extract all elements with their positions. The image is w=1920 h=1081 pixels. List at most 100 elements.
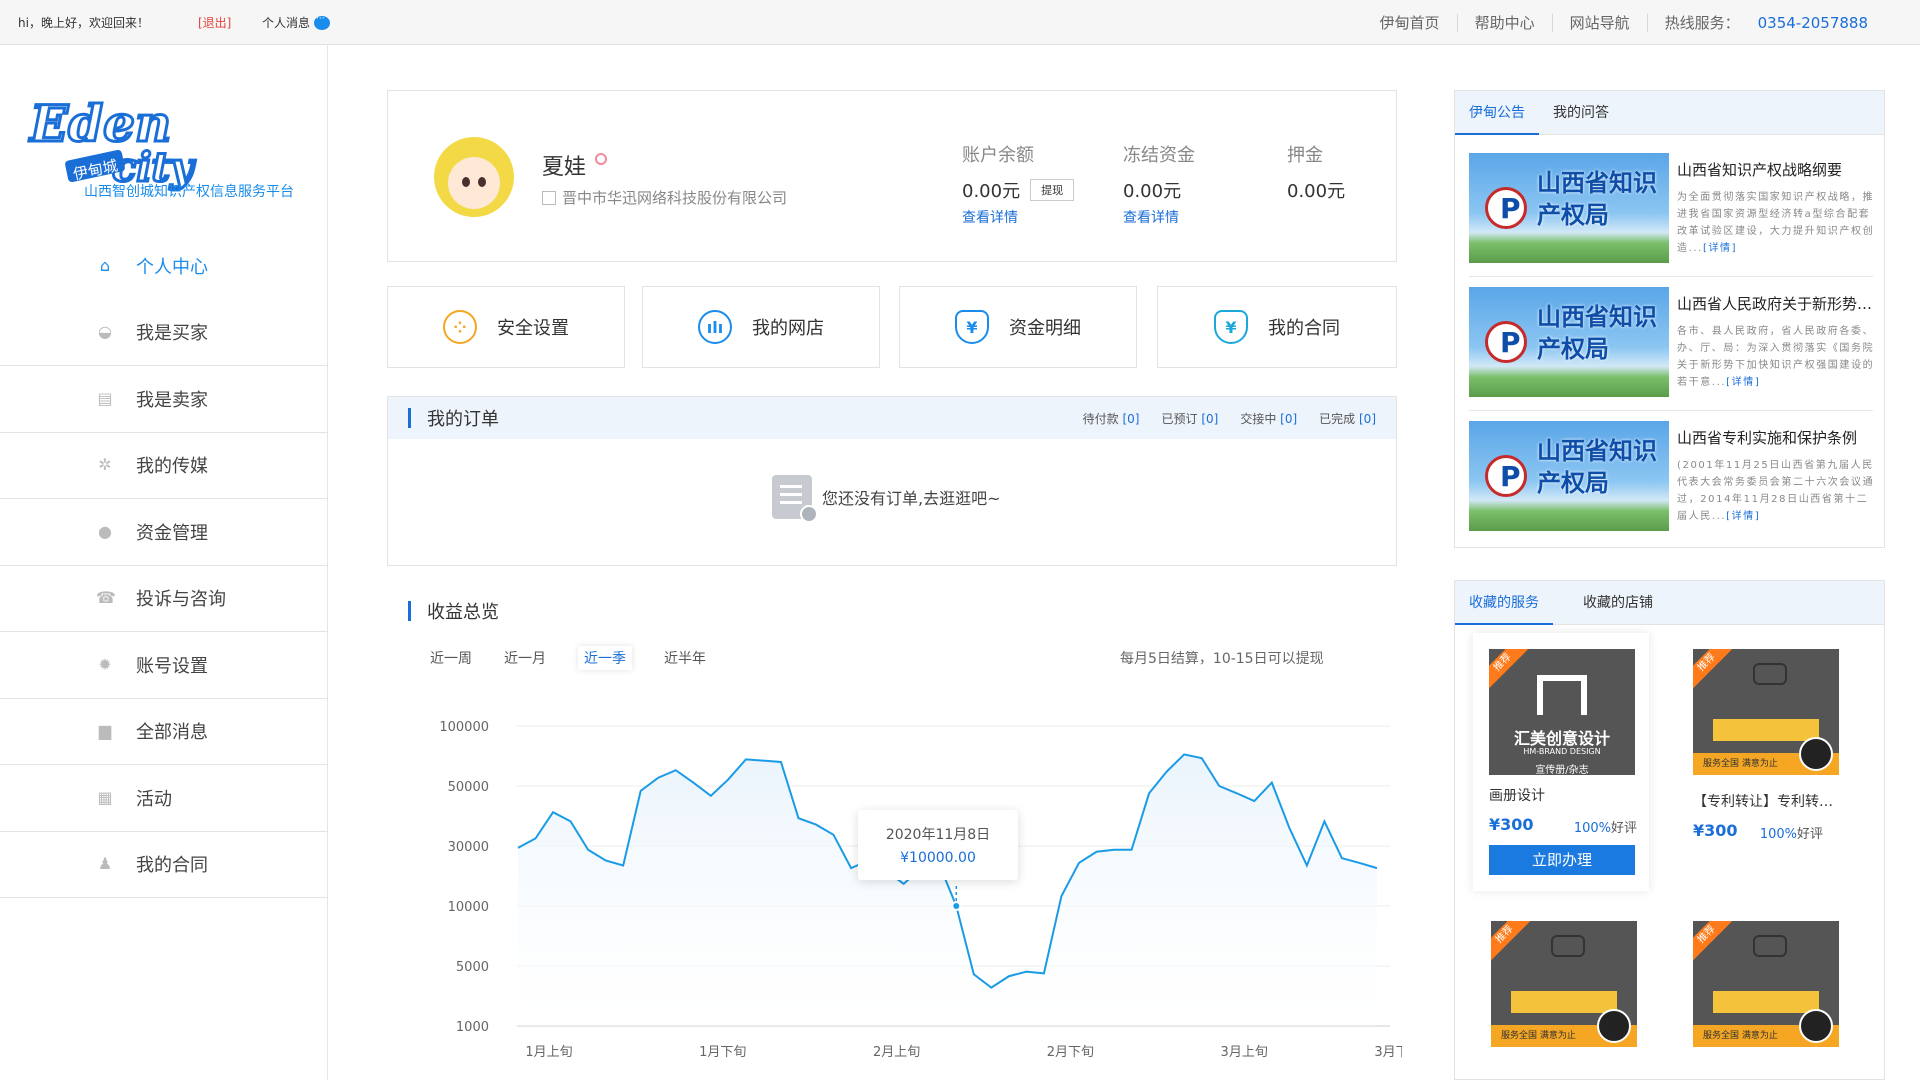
product-image: 服务全国 满意为止 推荐	[1693, 921, 1839, 1047]
building-icon	[542, 190, 556, 205]
gear-icon: ✹	[98, 654, 112, 674]
news-title: 山西省专利实施和保护条例	[1677, 429, 1858, 447]
news-thumbnail: 山西省知识产权局	[1469, 153, 1669, 263]
y-tick-label: 5000	[456, 960, 489, 975]
top-bar: hi，晚上好，欢迎回来！ [退出] 个人消息 伊甸首页 帮助中心 网站导航 热线…	[0, 0, 1920, 45]
notice-panel: 伊甸公告 我的问答 山西省知识产权局 山西省知识产权战略纲要 为全面贯彻落实国家…	[1454, 90, 1885, 548]
ip-office-emblem-icon	[1485, 187, 1527, 229]
x-tick-label: 3月下旬	[1374, 1045, 1402, 1060]
menu-item-seller[interactable]: ▤ 我是卖家	[0, 366, 328, 433]
hotline-label: 热线服务：	[1664, 14, 1740, 32]
nav-help-link[interactable]: 帮助中心	[1458, 13, 1553, 32]
range-tab-quarter[interactable]: 近一季	[578, 646, 632, 670]
menu-item-contracts[interactable]: ♟ 我的合同	[0, 832, 328, 898]
x-tick-label: 2月下旬	[1047, 1045, 1094, 1060]
quick-link-contracts[interactable]: ¥ 我的合同	[1157, 286, 1397, 368]
tooltip-value: ¥10000.00	[900, 850, 976, 866]
news-thumbnail: 山西省知识产权局	[1469, 287, 1669, 397]
menu-item-label: 个人中心	[136, 257, 208, 279]
menu-item-account-settings[interactable]: ✹ 账号设置	[0, 632, 328, 699]
nav-home-link[interactable]: 伊甸首页	[1363, 13, 1458, 32]
tab-my-qa[interactable]: 我的问答	[1539, 91, 1623, 135]
deposit-label: 押金	[1287, 145, 1323, 166]
y-tick-label: 1000	[456, 1020, 489, 1035]
news-more-link[interactable]: [详情]	[1703, 243, 1737, 254]
range-tab-half-year[interactable]: 近半年	[664, 648, 706, 670]
sidebar: Eden city 伊甸城 山西智创城知识产权信息服务平台 ⌂ 个人中心 ◒ 我是买…	[0, 45, 328, 1080]
section-bar	[408, 601, 411, 621]
range-tabs: 近一周 近一月 近一季 近半年	[430, 646, 706, 670]
menu-item-personal-center[interactable]: ⌂ 个人中心	[0, 233, 328, 300]
menu-item-label: 我的合同	[136, 855, 208, 877]
news-body: 各市、县人民政府，省人民政府各委、办、厅、局：为深入贯彻落实《国务院关于新形势下…	[1677, 326, 1875, 388]
order-stat-booked[interactable]: 已预订 [0]	[1161, 410, 1218, 427]
balance-details-link[interactable]: 查看详情	[962, 207, 1074, 227]
recommend-badge: 推荐	[1489, 649, 1530, 690]
order-stat-unpaid[interactable]: 待付款 [0]	[1083, 410, 1140, 427]
news-item[interactable]: 山西省知识产权局 山西省人民政府关于新形势下加快知识产权强省建设的实施意见 各市…	[1469, 277, 1877, 411]
hotline-number: 0354-2057888	[1757, 13, 1868, 32]
news-item[interactable]: 山西省知识产权局 山西省专利实施和保护条例 (2001年11月25日山西省第九届…	[1469, 411, 1873, 545]
chart-tooltip: 2020年11月8日 ¥10000.00	[858, 810, 1018, 880]
frozen-block: 冻结资金 0.00元 查看详情	[1123, 141, 1195, 227]
y-tick-label: 100000	[439, 720, 489, 735]
quick-link-fund-details[interactable]: ¥ 资金明细	[899, 286, 1137, 368]
ip-office-emblem-icon	[1485, 321, 1527, 363]
balance-value: 0.00元	[962, 181, 1021, 202]
product-card[interactable]: 汇美创意设计 HM-BRAND DESIGN 宣传册/杂志 推荐 画册设计 ¥3…	[1473, 633, 1649, 891]
menu-item-funds[interactable]: ● 资金管理	[0, 499, 328, 566]
menu-item-label: 资金管理	[136, 522, 208, 544]
avatar[interactable]	[434, 137, 514, 217]
frozen-value: 0.00元	[1123, 181, 1182, 202]
tab-favorite-shops[interactable]: 收藏的店铺	[1569, 581, 1667, 625]
y-tick-label: 30000	[448, 840, 489, 855]
recommend-badge: 推荐	[1693, 649, 1734, 690]
range-tab-week[interactable]: 近一周	[430, 648, 472, 670]
company-info: 晋中市华迅网络科技股份有限公司	[542, 187, 787, 208]
frozen-details-link[interactable]: 查看详情	[1123, 207, 1195, 227]
avatar-eye	[478, 177, 486, 187]
quick-link-security[interactable]: ⁘ 安全设置	[387, 286, 625, 368]
platform-subtitle: 山西智创城知识产权信息服务平台	[84, 184, 294, 200]
earnings-chart: 100000 50000 30000 10000 5000 1000 1月上旬 1月下旬 2月上…	[439, 720, 1402, 1060]
withdraw-button[interactable]: 提现	[1030, 179, 1075, 201]
y-tick-label: 50000	[448, 780, 489, 795]
logout-link[interactable]: [退出]	[198, 14, 231, 31]
menu-item-activities[interactable]: ▦ 活动	[0, 765, 328, 832]
tab-announcements[interactable]: 伊甸公告	[1455, 91, 1539, 135]
earnings-title: 收益总览	[427, 602, 499, 623]
menu-item-buyer[interactable]: ◒ 我是买家	[0, 300, 328, 366]
product-rating: 100%好评	[1573, 821, 1637, 836]
eden-city-logo[interactable]: Eden city 伊甸城	[26, 83, 216, 193]
shield-yen-icon: ¥	[1214, 310, 1248, 344]
product-image: 服务全国 满意为止 推荐	[1491, 921, 1637, 1047]
order-stats: 待付款 [0] 已预订 [0] 交接中 [0] 已完成 [0]	[1083, 410, 1376, 427]
recommend-badge: 推荐	[1491, 921, 1532, 962]
menu-item-media[interactable]: ✲ 我的传媒	[0, 433, 328, 499]
product-card[interactable]: 服务全国 满意为止 推荐 【专利转让】专利转让专利转让 ¥300 100%好评	[1677, 633, 1853, 863]
quick-link-shop[interactable]: ılı 我的网店	[642, 286, 880, 368]
order-stat-done[interactable]: 已完成 [0]	[1319, 410, 1376, 427]
menu-item-complaints[interactable]: ☎ 投诉与咨询	[0, 566, 328, 632]
x-tick-label: 2月上旬	[873, 1045, 920, 1060]
news-more-link[interactable]: [详情]	[1726, 511, 1760, 522]
sound-wave-icon: ılı	[698, 310, 732, 344]
news-more-link[interactable]: [详情]	[1726, 377, 1760, 388]
series-area	[518, 754, 1377, 1026]
buy-now-button[interactable]: 立即办理	[1489, 845, 1635, 875]
user-name: 夏娃	[542, 155, 587, 180]
quick-link-label: 我的网店	[752, 318, 824, 339]
brand-logo-icon	[1537, 675, 1587, 715]
product-card[interactable]: 服务全国 满意为止 推荐	[1475, 905, 1651, 1081]
news-item[interactable]: 山西省知识产权局 山西省知识产权战略纲要 为全面贯彻落实国家知识产权战略，推进我…	[1469, 143, 1873, 277]
menu-item-label: 全部消息	[136, 722, 208, 744]
order-stat-handover[interactable]: 交接中 [0]	[1240, 410, 1297, 427]
quick-link-label: 资金明细	[1009, 318, 1081, 339]
messages-link[interactable]: 个人消息	[262, 14, 331, 31]
menu-item-all-messages[interactable]: ▆ 全部消息	[0, 699, 328, 765]
nav-sitemap-link[interactable]: 网站导航	[1553, 13, 1648, 32]
product-card[interactable]: 服务全国 满意为止 推荐	[1677, 905, 1853, 1081]
range-tab-month[interactable]: 近一月	[504, 648, 546, 670]
empty-orders: 您还没有订单,去逛逛吧~	[772, 475, 1001, 523]
tab-favorite-services[interactable]: 收藏的服务	[1455, 581, 1553, 625]
